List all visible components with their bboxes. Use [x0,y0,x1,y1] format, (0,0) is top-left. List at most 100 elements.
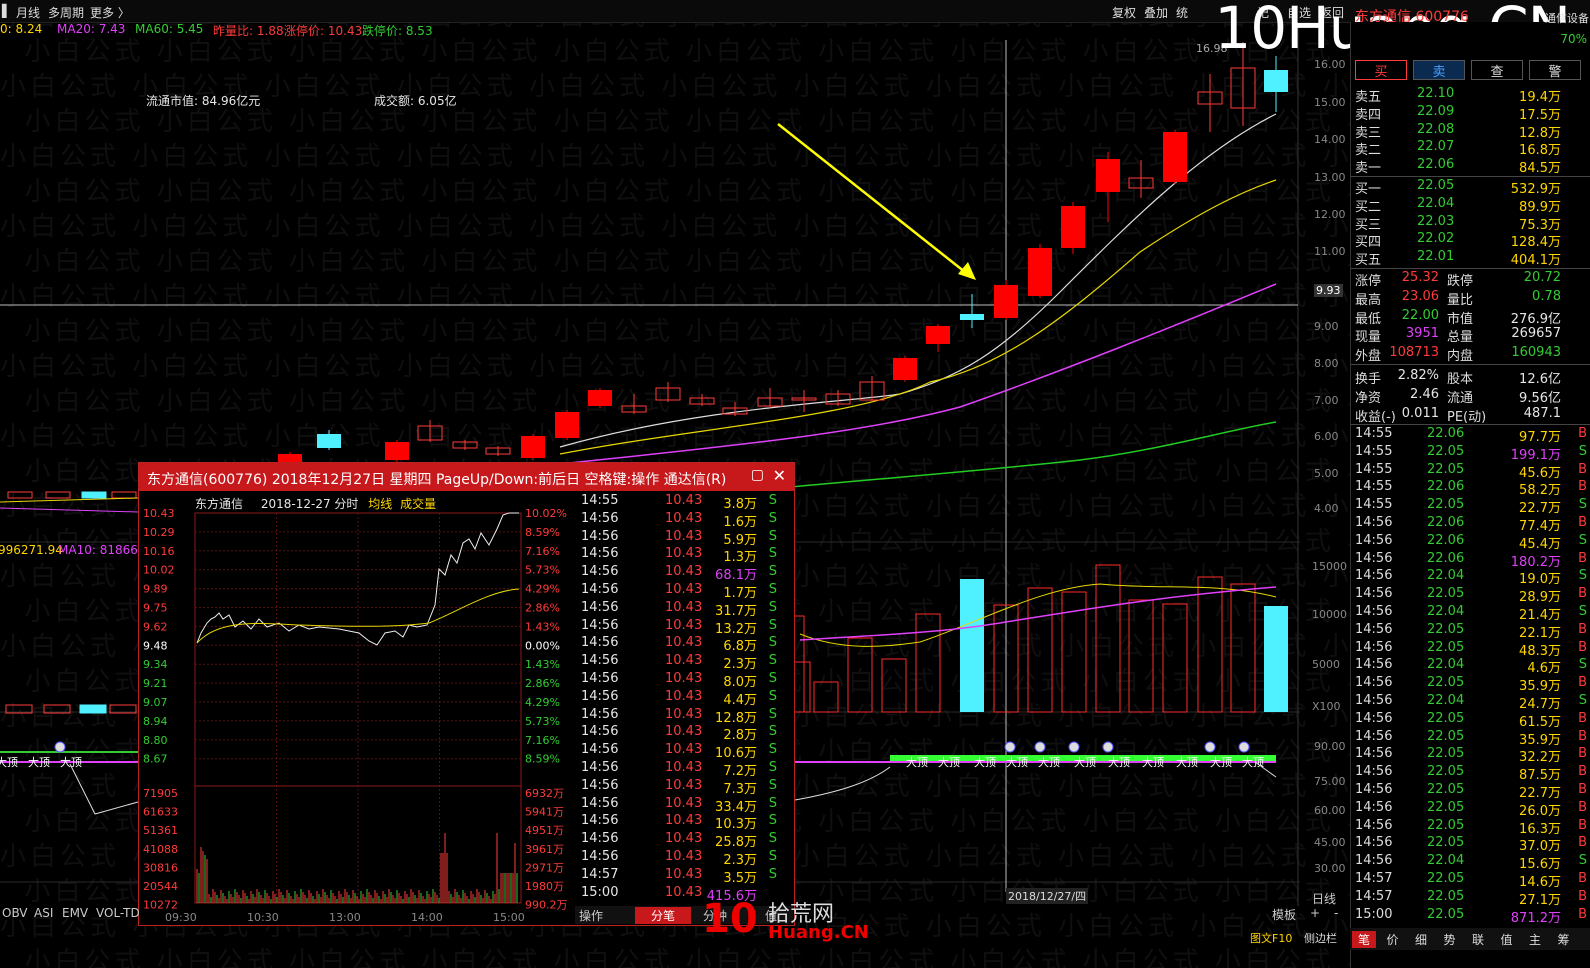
tick-time: 14:56 [1355,675,1393,691]
intraday-popup[interactable]: 东方通信(600776) 2018年12月27日 星期四 PageUp/Down… [138,462,795,926]
tick-volume: 68.1万 [715,568,757,584]
trade-tick-row[interactable]: 14:57 22.05 27.1万 B [1351,889,1590,908]
stat-value: 160943 [1511,345,1561,361]
trade-tick-row[interactable]: 14:55 22.05 45.6万 B [1351,462,1590,481]
quote-tab[interactable]: 联 [1472,931,1484,948]
trade-tick-row[interactable]: 14:56 22.06 45.4万 S [1351,533,1590,552]
trade-button[interactable]: 卖 [1413,60,1465,80]
popup-tick-row[interactable]: 14:56 10.43 2.3万 S [575,849,785,868]
bid-row[interactable]: 买五 22.01 404.1万 [1351,249,1590,268]
tick-price: 10.43 [665,706,703,722]
popup-tick-row[interactable]: 14:56 10.43 31.7万 S [575,600,785,619]
bid-row[interactable]: 买四 22.02 128.4万 [1351,231,1590,250]
ask-row[interactable]: 卖五 22.10 19.4万 [1351,86,1590,105]
trade-tick-row[interactable]: 14:55 22.05 199.1万 S [1351,444,1590,463]
trade-tick-row[interactable]: 14:57 22.05 14.6万 B [1351,871,1590,890]
intraday-chart[interactable]: 10.43 10.02% 10.29 8.59% 10.16 7.16% 10.02 5.73… [139,493,579,925]
popup-tick-row[interactable]: 14:56 10.43 2.8万 S [575,724,785,743]
zoom-in-button[interactable]: + [1310,906,1320,920]
trade-tick-row[interactable]: 14:56 22.04 24.7万 S [1351,693,1590,712]
popup-tick-row[interactable]: 14:56 10.43 1.6万 S [575,511,785,530]
restore-right-button[interactable]: 复权 [1112,4,1136,21]
trade-tick-row[interactable]: 14:56 22.05 16.3万 B [1351,818,1590,837]
maximize-icon[interactable]: ▢ [751,467,764,483]
trade-button[interactable]: 警 [1529,60,1581,80]
f10-button[interactable]: 图文F10 [1250,930,1292,946]
quote-tab[interactable]: 笔 [1352,931,1377,948]
trade-tick-row[interactable]: 14:55 22.06 97.7万 B [1351,426,1590,445]
quote-tab[interactable]: 价 [1387,931,1399,948]
multi-period-button[interactable]: 多周期 [48,4,84,21]
ask-row[interactable]: 卖一 22.06 84.5万 [1351,157,1590,176]
popup-tick-row[interactable]: 14:56 10.43 4.4万 S [575,689,785,708]
sidebar-button[interactable]: 侧边栏 [1304,930,1337,946]
trade-tick-row[interactable]: 14:56 22.05 48.3万 B [1351,640,1590,659]
bid-row[interactable]: 买二 22.04 89.9万 [1351,196,1590,215]
volume-bar [79,704,107,714]
popup-tick-row[interactable]: 14:56 10.43 33.4万 S [575,796,785,815]
popup-tick-row[interactable]: 14:56 10.43 1.7万 S [575,582,785,601]
trade-tick-row[interactable]: 14:56 22.04 21.4万 S [1351,604,1590,623]
candle-body [385,442,409,460]
quote-tab[interactable]: 筹 [1558,931,1570,948]
ask-row[interactable]: 卖三 22.08 12.8万 [1351,122,1590,141]
bid-row[interactable]: 买一 22.05 532.9万 [1351,178,1590,197]
tab-emv[interactable]: EMV [62,906,88,920]
ask-row[interactable]: 卖四 22.09 17.5万 [1351,104,1590,123]
close-icon[interactable]: ✕ [773,466,786,485]
trade-tick-row[interactable]: 14:56 22.05 61.5万 B [1351,711,1590,730]
popup-tick-row[interactable]: 14:56 10.43 10.3万 S [575,813,785,832]
popup-tick-row[interactable]: 14:57 10.43 3.5万 S [575,866,785,886]
trade-tick-row[interactable]: 14:56 22.05 32.2万 B [1351,746,1590,765]
popup-tick-row[interactable]: 14:55 10.43 3.8万 S [575,493,785,512]
template-button[interactable]: 模板 [1272,906,1296,923]
trade-tick-row[interactable]: 14:56 22.05 35.9万 B [1351,675,1590,694]
popup-tick-row[interactable]: 14:56 10.43 7.3万 S [575,778,785,797]
popup-tick-row[interactable]: 14:56 10.43 1.3万 S [575,546,785,565]
monthly-button[interactable]: 月线 [16,4,40,21]
trade-tick-row[interactable]: 14:55 22.06 58.2万 B [1351,479,1590,498]
more-button[interactable]: 更多 〉 [90,4,130,21]
ask-row[interactable]: 卖二 22.07 16.8万 [1351,139,1590,158]
trade-tick-row[interactable]: 14:56 22.05 87.5万 B [1351,764,1590,783]
popup-tick-row[interactable]: 14:56 10.43 6.8万 S [575,635,785,654]
trade-tick-row[interactable]: 14:56 22.05 35.9万 B [1351,729,1590,748]
popup-tick-row[interactable]: 14:56 10.43 68.1万 S [575,564,785,584]
bid-row[interactable]: 买三 22.03 75.3万 [1351,214,1590,233]
popup-tick-row[interactable]: 14:56 10.43 8.0万 S [575,671,785,690]
overlay-button[interactable]: 叠加 [1144,4,1168,21]
tick-time: 14:57 [581,866,619,882]
tab-obv[interactable]: OBV [2,906,28,920]
popup-tick-row[interactable]: 14:56 10.43 2.3万 S [575,653,785,672]
trade-tick-row[interactable]: 15:00 22.05 871.2万 B [1351,907,1590,926]
trade-tick-row[interactable]: 14:56 22.06 77.4万 B [1351,515,1590,534]
popup-tick-row[interactable]: 14:56 10.43 25.8万 S [575,831,785,850]
popup-tick-row[interactable]: 14:56 10.43 7.2万 S [575,760,785,779]
trade-button[interactable]: 买 [1355,60,1407,80]
popup-tick-row[interactable]: 14:56 10.43 12.8万 S [575,706,785,726]
trade-tick-row[interactable]: 14:56 22.04 4.6万 S [1351,657,1590,676]
popup-tick-row[interactable]: 14:56 10.43 13.2万 S [575,618,785,637]
trade-tick-row[interactable]: 14:56 22.05 37.0万 B [1351,835,1590,854]
popup-titlebar[interactable]: 东方通信(600776) 2018年12月27日 星期四 PageUp/Down… [139,463,794,491]
quote-tab[interactable]: 值 [1501,931,1513,948]
trade-tick-row[interactable]: 14:56 22.04 19.0万 S [1351,568,1590,587]
tick-time: 15:00 [581,884,619,900]
trade-button[interactable]: 查 [1471,60,1523,80]
trade-tick-row[interactable]: 14:56 22.05 22.1万 B [1351,622,1590,641]
quote-tab[interactable]: 势 [1444,931,1456,948]
popup-tick-row[interactable]: 14:56 10.43 10.6万 S [575,742,785,761]
quote-tab[interactable]: 主 [1529,931,1541,948]
trade-tick-row[interactable]: 14:56 22.06 180.2万 B [1351,551,1590,570]
trade-tick-row[interactable]: 14:56 22.04 15.6万 S [1351,853,1590,872]
trade-tick-row[interactable]: 14:56 22.05 22.7万 B [1351,782,1590,801]
tab-asi[interactable]: ASI [34,906,53,920]
trade-tick-row[interactable]: 14:56 22.05 26.0万 B [1351,800,1590,819]
trade-tick-row[interactable]: 14:55 22.05 22.7万 S [1351,497,1590,516]
stat-button[interactable]: 统 [1176,4,1188,21]
trade-tick-row[interactable]: 14:56 22.05 28.9万 B [1351,586,1590,605]
quote-tab[interactable]: 细 [1415,931,1427,948]
tab-vol-td[interactable]: VOL-TD [96,906,140,920]
zoom-out-button[interactable]: - [1334,906,1338,920]
popup-tick-row[interactable]: 14:56 10.43 5.9万 S [575,529,785,548]
